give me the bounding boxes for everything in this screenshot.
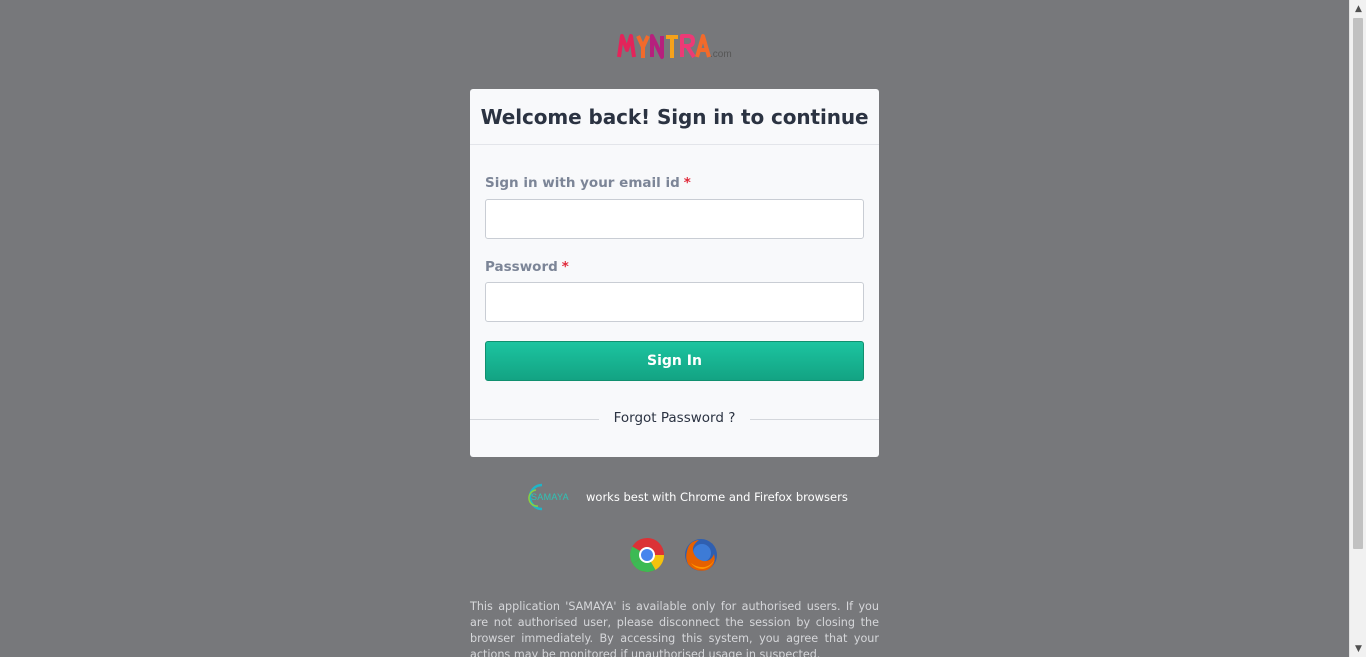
forgot-password-link[interactable]: Forgot Password ?: [470, 410, 879, 426]
sign-in-button[interactable]: Sign In: [485, 341, 864, 381]
works-best-text: works best with Chrome and Firefox brows…: [586, 490, 848, 504]
email-label: Sign in with your email id *: [485, 175, 691, 191]
samaya-logo-icon: SAMAYA: [528, 483, 569, 511]
password-label-text: Password: [485, 259, 558, 275]
login-card: Welcome back! Sign in to continue Sign i…: [470, 89, 879, 457]
chrome-icon: [630, 538, 664, 572]
page-title: Welcome back! Sign in to continue: [480, 104, 869, 129]
samaya-logo-text: SAMAYA: [531, 492, 569, 502]
disclaimer-text: This application 'SAMAYA' is available o…: [470, 600, 879, 657]
logo-suffix: .com: [710, 49, 732, 60]
password-field[interactable]: [485, 282, 864, 322]
myntra-logo: .com: [617, 30, 737, 64]
email-field[interactable]: [485, 199, 864, 239]
browser-support-row: SAMAYA works best with Chrome and Firefo…: [526, 481, 848, 513]
required-marker: *: [683, 175, 691, 191]
scroll-down-icon[interactable]: ▼: [1350, 640, 1366, 657]
firefox-icon: [685, 539, 717, 571]
forgot-password-row: Forgot Password ?: [470, 409, 879, 429]
scroll-up-icon[interactable]: ▲: [1350, 0, 1366, 17]
password-label: Password *: [485, 259, 569, 275]
page-scrollbar[interactable]: ▲ ▼: [1349, 0, 1366, 657]
scroll-thumb[interactable]: [1353, 18, 1363, 549]
required-marker: *: [561, 259, 569, 275]
card-header: Welcome back! Sign in to continue: [470, 89, 879, 145]
email-label-text: Sign in with your email id: [485, 175, 680, 191]
